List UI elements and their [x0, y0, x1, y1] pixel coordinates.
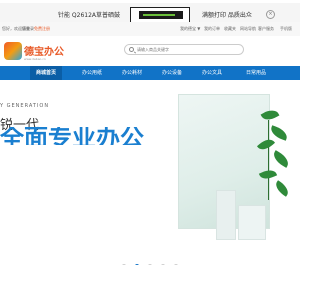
hero-headline: 全面专业办公	[0, 127, 144, 145]
site-header: 德宝办公 www.debao.cn	[0, 36, 300, 64]
logo-name[interactable]: 德宝办公	[24, 43, 64, 58]
search-box[interactable]	[124, 44, 244, 55]
favorites-link[interactable]: 收藏夹	[224, 26, 236, 32]
main-nav: 商城首页 办公用纸 办公耗材 办公设备 办公文具 日常用品	[0, 66, 300, 80]
register-link[interactable]: 免费注册	[34, 26, 50, 32]
decor-block	[216, 190, 236, 240]
my-account-link[interactable]: 我的德宝 ▼	[180, 26, 200, 32]
promo-banner[interactable]: 针能 Q2612A草普硒鼓 满额打印 品质出众 ×	[0, 3, 300, 24]
decor-block	[238, 205, 266, 240]
top-links-row: 您好，欢迎您来 请登录 免费注册 我的德宝 ▼ 我的订单 收藏夹 网站导航 客户…	[0, 22, 300, 37]
promo-left-text: 针能 Q2612A草普硒鼓	[58, 12, 121, 19]
toner-cartridge-image	[130, 7, 190, 23]
close-icon[interactable]: ×	[266, 10, 275, 19]
promo-right-text: 满额打印 品质出众	[202, 12, 252, 19]
mobile-link[interactable]: 手机版	[280, 26, 292, 32]
login-link[interactable]: 请登录	[22, 26, 34, 32]
site-nav-link[interactable]: 网站导航	[240, 26, 256, 32]
logo-url: www.debao.cn	[24, 57, 46, 61]
hero-subtitle: Y GENERATION	[0, 103, 50, 109]
nav-item-consumables[interactable]: 办公耗材	[116, 66, 148, 80]
customer-service-link[interactable]: 客户服务	[258, 26, 274, 32]
content-area	[0, 265, 300, 300]
top-bar: 针能 Q2612A草普硒鼓 满额打印 品质出众 × 您好，欢迎您来 请登录 免费…	[0, 0, 300, 38]
nav-item-daily[interactable]: 日常用品	[240, 66, 272, 80]
nav-item-stationery[interactable]: 办公文具	[196, 66, 228, 80]
logo-icon[interactable]	[4, 42, 22, 60]
search-icon[interactable]	[129, 47, 134, 52]
my-orders-link[interactable]: 我的订单	[204, 26, 220, 32]
nav-item-equipment[interactable]: 办公设备	[156, 66, 188, 80]
carousel-indicators	[0, 255, 300, 268]
nav-item-paper[interactable]: 办公用纸	[76, 66, 108, 80]
nav-item-home[interactable]: 商城首页	[30, 66, 63, 80]
hero-banner[interactable]: Y GENERATION 锐一代 全面专业办公	[0, 80, 300, 265]
search-input[interactable]	[137, 45, 241, 54]
